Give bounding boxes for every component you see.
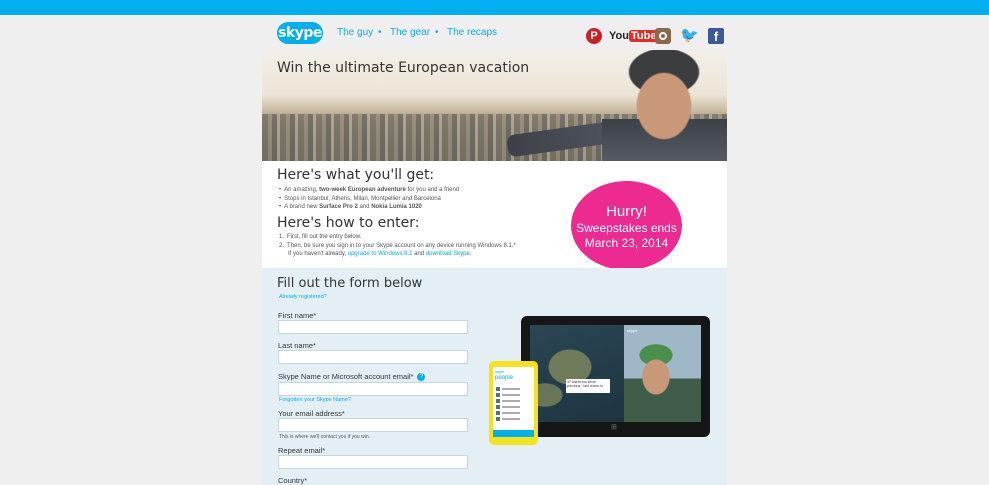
tablet-tag-text: previous · last check-in [567, 384, 603, 388]
phone-contact-row [496, 399, 531, 403]
deadline-badge: Hurry! Sweepstakes ends March 23, 2014 [571, 181, 682, 270]
tablet-map-image [530, 325, 624, 422]
how-to-enter-heading: Here's how to enter: [277, 215, 420, 231]
tablet-map-tag: 37 check-ins since previous · last check-… [566, 379, 610, 393]
prize-text: and [357, 204, 372, 210]
prize-text: Stops in Istanbul, Athens, Milan, Montpe… [284, 195, 441, 202]
prize-text-bold: Surface Pro 2 [319, 204, 358, 210]
step-text: and [412, 251, 426, 257]
tablet-app-label: skype [627, 328, 638, 333]
badge-date: March 23, 2014 [584, 236, 669, 250]
skype-logo[interactable]: skype [277, 22, 323, 44]
banner-title: Win the ultimate European vacation [277, 60, 530, 76]
pinterest-icon[interactable]: P [586, 28, 602, 44]
what-you-get-heading: Here's what you'll get: [277, 167, 435, 183]
badge-line2: Sweepstakes ends [576, 221, 677, 235]
step-text: If you haven't already, [288, 251, 348, 257]
facebook-icon[interactable]: f [708, 28, 724, 44]
repeat-email-label: Repeat email* [278, 446, 326, 455]
hero-person-image [602, 50, 727, 161]
skype-name-field[interactable] [278, 382, 468, 396]
step-number: 2. [279, 242, 285, 249]
badge-hurry: Hurry! [606, 203, 647, 220]
phone-contact-row [496, 411, 531, 415]
nav-the-gear[interactable]: The gear [390, 27, 430, 38]
upgrade-windows-link[interactable]: upgrade to Windows 8.1 [348, 251, 413, 257]
nav-separator: • [435, 27, 439, 38]
skype-name-label: Skype Name or Microsoft account email*? [278, 372, 426, 382]
nav-the-recaps[interactable]: The recaps [447, 27, 497, 38]
phone-contact-row [496, 387, 531, 391]
instagram-icon[interactable] [655, 28, 671, 44]
entry-steps: 1. First, fill out the entry below. 2. The… [279, 233, 516, 259]
email-label: Your email address* [278, 409, 345, 418]
forgotten-skype-name-link[interactable]: Forgotten your Skype Name? [279, 397, 351, 403]
youtube-you-text: You [609, 30, 629, 42]
phone-contact-row [496, 393, 531, 397]
top-accent-bar [0, 0, 989, 15]
tablet-screen: skype 37 check-ins since previous · last … [530, 325, 701, 422]
last-name-field[interactable] [278, 350, 468, 364]
prize-item: Stops in Istanbul, Athens, Milan, Montpe… [279, 195, 459, 204]
first-name-label: First name* [278, 311, 317, 320]
step-item: 2. Then, be sure you sign in to your Skyp… [279, 242, 516, 251]
prize-item: An amazing, two-week European adventure … [279, 186, 459, 195]
prize-list: An amazing, two-week European adventure … [279, 186, 459, 212]
phone-app-bar [493, 430, 534, 437]
step-item: 1. First, fill out the entry below. [279, 233, 516, 242]
already-registered-link[interactable]: Already registered? [279, 294, 327, 300]
step-text: Then, be sure you sign in to your Skype … [287, 242, 516, 249]
step-number: 1. [279, 234, 285, 240]
phone-contact-row [496, 405, 531, 409]
skype-name-label-text: Skype Name or Microsoft account email* [278, 372, 414, 381]
twitter-icon[interactable]: 🐦 [680, 28, 699, 44]
tablet-video-image [624, 325, 701, 422]
first-name-field[interactable] [278, 320, 468, 334]
phone-heading: people [495, 375, 514, 381]
last-name-label: Last name* [278, 341, 316, 350]
email-note: This is where we'll contact you if you w… [279, 434, 370, 440]
repeat-email-field[interactable] [278, 455, 468, 469]
phone-app-label: skype [495, 370, 505, 374]
phone-contact-row [496, 417, 531, 421]
step-text: First, fill out the entry below. [287, 234, 362, 240]
prize-text: An amazing, [284, 187, 320, 193]
email-field[interactable] [278, 418, 468, 432]
info-icon[interactable]: ? [417, 373, 426, 382]
nav-separator: • [378, 27, 382, 38]
download-skype-link[interactable]: download Skype [426, 251, 470, 257]
phone-screen: skype people [493, 367, 534, 437]
hero-banner: Win the ultimate European vacation [262, 50, 727, 161]
prize-item: A brand new Surface Pro 2 and Nokia Lumi… [279, 203, 459, 212]
step-item: If you haven't already, upgrade to Windo… [279, 250, 516, 259]
windows-icon: ⊞ [611, 424, 617, 431]
country-label: Country* [278, 476, 308, 485]
prize-text-bold: Nokia Lumia 1020 [371, 204, 422, 210]
nav-the-guy[interactable]: The guy [337, 27, 373, 38]
surface-tablet-image: skype 37 check-ins since previous · last … [521, 316, 710, 437]
prize-text-bold: two-week European adventure [319, 187, 406, 193]
form-heading: Fill out the form below [277, 276, 423, 291]
nokia-lumia-image: skype people [489, 361, 538, 445]
youtube-icon[interactable]: You Tube [609, 28, 659, 44]
prize-text: for you and a friend [405, 187, 460, 193]
prize-text: A brand new [284, 204, 320, 210]
step-text: . [469, 251, 472, 257]
